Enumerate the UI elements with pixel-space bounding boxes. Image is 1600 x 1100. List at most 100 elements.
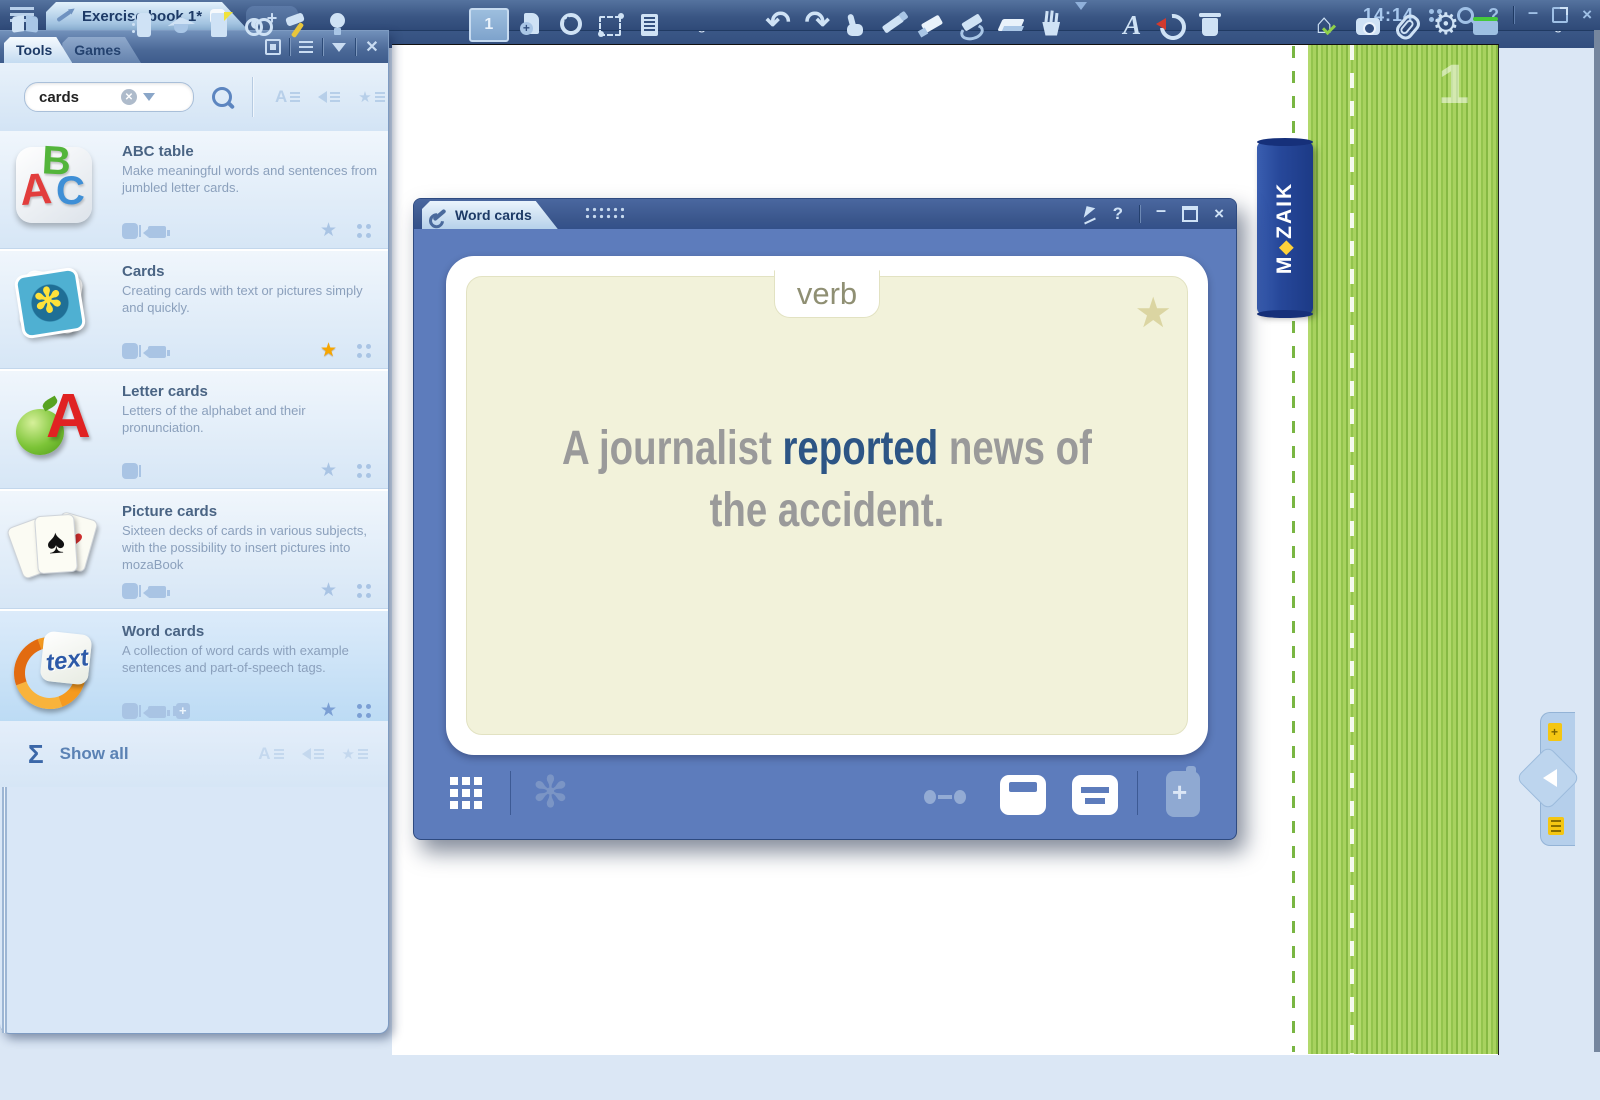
toolbox-icon[interactable]: [1470, 10, 1500, 40]
grid-dots-icon[interactable]: [356, 223, 372, 239]
video-demo-icon[interactable]: [148, 226, 166, 238]
add-card-icon[interactable]: [176, 703, 190, 719]
gradcap-icon[interactable]: [166, 10, 196, 40]
pen-tool-icon[interactable]: [1083, 207, 1097, 221]
book-icon[interactable]: [10, 10, 40, 40]
paperclip-icon[interactable]: [1392, 10, 1422, 40]
card-front-view-icon[interactable]: [1000, 775, 1046, 815]
tool-item-word-cards[interactable]: textWord cardsA collection of word cards…: [0, 611, 388, 731]
binoculars-icon[interactable]: [244, 10, 274, 40]
diamond-icon: ◆: [1275, 239, 1295, 255]
bulb-icon[interactable]: [322, 10, 352, 40]
help-icon[interactable]: [122, 343, 138, 359]
minimize-icon[interactable]: –: [1528, 2, 1538, 23]
search-dropdown-icon[interactable]: [143, 93, 155, 101]
drag-handle-dots[interactable]: [584, 206, 624, 221]
video-demo-icon[interactable]: [148, 706, 166, 718]
eraserflat-icon[interactable]: [997, 10, 1027, 40]
redo-icon[interactable]: ↷: [802, 10, 832, 40]
homecheck-icon[interactable]: [1314, 10, 1344, 40]
zoomin-icon[interactable]: [557, 10, 587, 40]
help-icon[interactable]: [122, 583, 138, 599]
mozaik-bookmark-ribbon[interactable]: M◆ZAIK: [1257, 142, 1313, 314]
page-number-box[interactable]: 1: [469, 8, 509, 42]
hammer-icon[interactable]: [283, 10, 313, 40]
window-maximize-icon[interactable]: [1182, 206, 1198, 222]
undo-icon[interactable]: ↶: [763, 10, 793, 40]
tool-item-description: A collection of word cards with example …: [122, 642, 384, 676]
window-help-icon[interactable]: ?: [1113, 204, 1123, 224]
insert-card-icon[interactable]: [1166, 771, 1200, 817]
video-demo-icon[interactable]: [148, 586, 166, 598]
tab-tools[interactable]: Tools: [4, 37, 72, 63]
video-demo-icon[interactable]: [148, 346, 166, 358]
grid-dots-icon[interactable]: [356, 463, 372, 479]
favorite-star-icon[interactable]: ★: [320, 223, 340, 239]
highlighter-icon[interactable]: [919, 10, 949, 40]
close-icon[interactable]: ×: [1582, 5, 1592, 25]
smallcaret-icon[interactable]: [1075, 10, 1091, 40]
word-cards-titlebar[interactable]: Word cards ? – ×: [414, 199, 1236, 229]
divider: [1137, 771, 1138, 815]
search-go-icon[interactable]: [212, 87, 232, 107]
rotate-icon[interactable]: [1156, 10, 1186, 40]
grid-dots-icon[interactable]: [356, 343, 372, 359]
tool-item-picture-cards[interactable]: ♠Picture cardsSixteen decks of cards in …: [0, 491, 388, 611]
sort-favorites-icon[interactable]: ★: [358, 87, 384, 107]
gear-icon[interactable]: ⚙: [1431, 10, 1461, 40]
sort-alphabetical-icon[interactable]: A: [258, 744, 283, 764]
penciler-icon[interactable]: [880, 10, 910, 40]
help-icon[interactable]: [122, 223, 138, 239]
lasso-icon[interactable]: [596, 10, 626, 40]
sort-recent-icon[interactable]: [318, 87, 340, 107]
favorite-star-icon[interactable]: ★: [320, 703, 340, 719]
clipboard-icon[interactable]: [1548, 817, 1564, 835]
card-grid-view-icon[interactable]: [450, 777, 484, 811]
help-icon[interactable]: [122, 463, 138, 479]
window-minimize-icon[interactable]: –: [1156, 200, 1166, 221]
card-text-view-icon[interactable]: [1072, 775, 1118, 815]
page-edge-green-stripes[interactable]: 1: [1308, 45, 1498, 1054]
card-favorite-star-icon[interactable]: ★: [1134, 288, 1172, 337]
collapse-left-arrow-icon[interactable]: [1543, 769, 1557, 787]
grid-dots-icon[interactable]: [356, 703, 372, 719]
brushcup-icon[interactable]: [1036, 10, 1066, 40]
docflag-icon[interactable]: [205, 10, 235, 40]
favorite-star-icon[interactable]: ★: [320, 463, 340, 479]
sort-alphabetical-icon[interactable]: A: [275, 87, 300, 107]
listbars-icon[interactable]: [635, 10, 665, 40]
restore-icon[interactable]: [1552, 7, 1568, 23]
letter-tool-icon: A: [16, 387, 92, 463]
markerring-icon[interactable]: [958, 10, 988, 40]
search-box[interactable]: ✕: [24, 82, 194, 112]
card-back-pattern-icon[interactable]: ✻: [532, 767, 569, 818]
sort-recent-icon[interactable]: [302, 744, 324, 764]
window-close-icon[interactable]: ×: [1214, 204, 1224, 224]
search-input[interactable]: [37, 88, 121, 107]
fontA-icon[interactable]: A: [1117, 10, 1147, 40]
tool-item-letter-cards[interactable]: ALetter cardsLetters of the alphabet and…: [0, 371, 388, 491]
tab-games[interactable]: Games: [62, 37, 141, 63]
help-icon[interactable]: [122, 703, 138, 719]
favorite-star-icon[interactable]: ★: [320, 583, 340, 599]
word-card[interactable]: verb ★ A journalist reported news of the…: [446, 256, 1208, 755]
grid-dots-icon[interactable]: [356, 583, 372, 599]
card-side-toggle-icon[interactable]: [924, 789, 968, 803]
close-panel-icon[interactable]: ✕: [356, 31, 388, 63]
clear-search-icon[interactable]: ✕: [121, 89, 137, 105]
handpen-icon[interactable]: [841, 10, 871, 40]
tool-item-cards[interactable]: ✻CardsCreating cards with text or pictur…: [0, 251, 388, 371]
word-cards-window-buttons: ? – ×: [1083, 199, 1236, 229]
camera-icon[interactable]: [1353, 10, 1383, 40]
add-page-icon[interactable]: [1548, 723, 1562, 741]
tool-item-abc-table[interactable]: ABCABC tableMake meaningful words and se…: [0, 131, 388, 251]
word-cards-window-tab[interactable]: Word cards: [422, 201, 558, 229]
show-all-row[interactable]: Σ Show all A ★: [0, 721, 388, 787]
pageadd-icon[interactable]: [518, 10, 548, 40]
show-all-sort-options: A ★: [258, 744, 368, 764]
booklet-icon[interactable]: [127, 10, 157, 40]
sort-favorites-icon[interactable]: ★: [342, 744, 368, 764]
favorite-star-icon[interactable]: ★: [320, 343, 340, 359]
show-all-label[interactable]: Show all: [60, 744, 129, 764]
trash-icon[interactable]: [1195, 10, 1225, 40]
